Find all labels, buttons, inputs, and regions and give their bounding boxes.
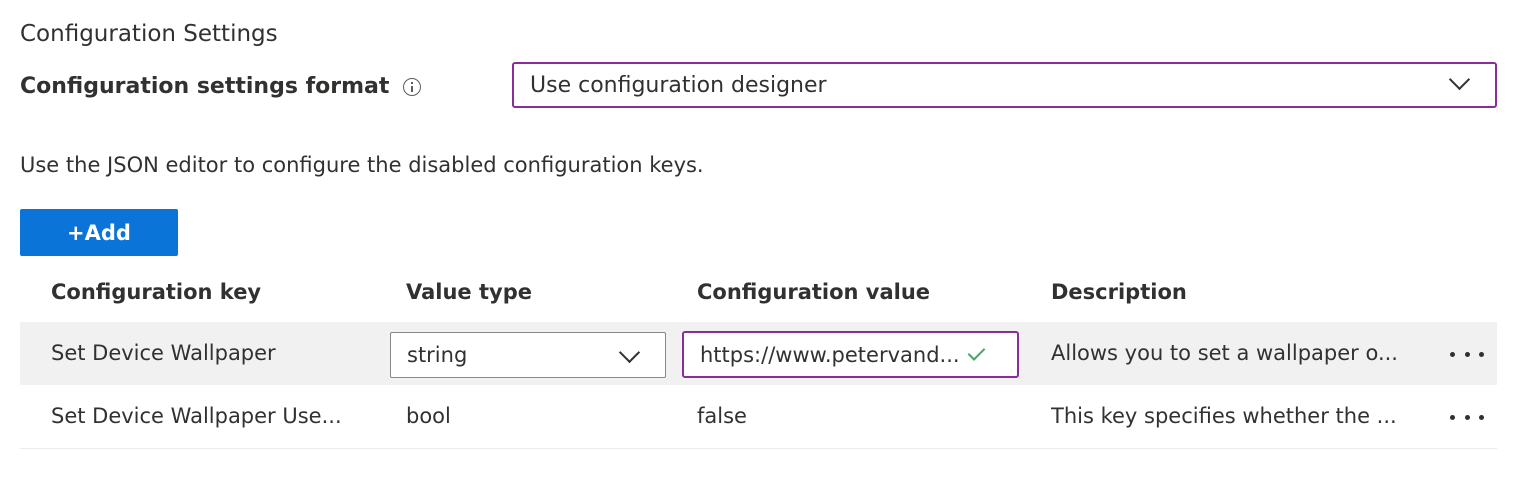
json-editor-hint: Use the JSON editor to configure the dis…	[20, 153, 704, 177]
column-header-configuration-key[interactable]: Configuration key	[51, 278, 371, 306]
description-cell: Allows you to set a wallpaper o...	[1051, 341, 1398, 365]
more-options-icon[interactable]	[1450, 413, 1484, 421]
section-title: Configuration Settings	[20, 21, 278, 47]
configuration-value-text: https://www.petervand...	[700, 342, 960, 367]
value-type-dropdown[interactable]: string	[390, 332, 666, 378]
configuration-key-cell: Set Device Wallpaper	[51, 341, 276, 365]
chevron-down-icon	[618, 341, 641, 364]
format-dropdown-value: Use configuration designer	[530, 72, 827, 98]
format-dropdown[interactable]: Use configuration designer	[512, 62, 1497, 108]
chevron-down-icon	[1448, 68, 1471, 91]
format-label: Configuration settings format	[20, 74, 390, 99]
checkmark-icon	[967, 342, 985, 361]
info-icon[interactable]	[403, 78, 422, 96]
more-options-icon[interactable]	[1450, 350, 1484, 358]
column-header-value-type[interactable]: Value type	[406, 278, 666, 306]
column-header-configuration-value[interactable]: Configuration value	[697, 278, 1017, 306]
table-row[interactable]: Set Device Wallpaper string https://www.…	[20, 322, 1497, 385]
format-label-group: Configuration settings format	[20, 73, 422, 101]
configuration-value-input[interactable]: https://www.petervand...	[682, 331, 1019, 378]
configuration-table: Configuration key Value type Configurati…	[20, 266, 1497, 449]
table-header: Configuration key Value type Configurati…	[20, 266, 1497, 322]
configuration-value-cell: false	[697, 404, 747, 428]
value-type-cell: bool	[406, 404, 451, 428]
add-button[interactable]: +Add	[20, 209, 178, 256]
table-row[interactable]: Set Device Wallpaper Use... bool false T…	[20, 385, 1497, 449]
configuration-key-cell: Set Device Wallpaper Use...	[51, 404, 342, 428]
description-cell: This key specifies whether the ...	[1051, 404, 1397, 428]
column-header-description[interactable]: Description	[1051, 278, 1431, 306]
value-type-dropdown-value: string	[407, 343, 468, 367]
